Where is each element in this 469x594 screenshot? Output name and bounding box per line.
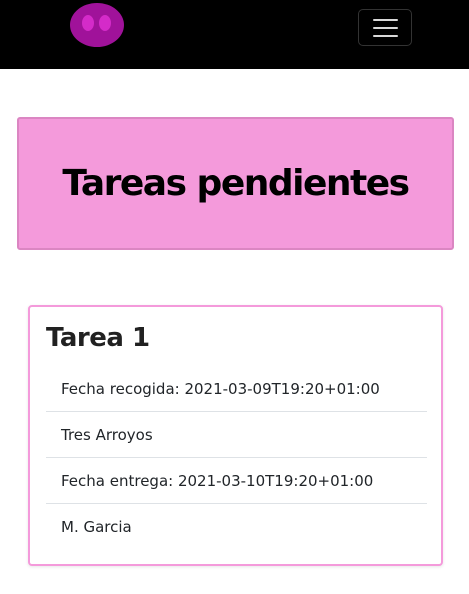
- logo-pig-nose-icon[interactable]: [70, 2, 124, 47]
- hamburger-menu-icon-bar: [373, 35, 398, 37]
- navbar-toggler-button[interactable]: [358, 9, 412, 46]
- task-delivery-date: Fecha entrega: 2021-03-10T19:20+01:00: [46, 458, 427, 504]
- hamburger-menu-icon-bar: [373, 27, 398, 29]
- task-assignee: M. Garcia: [61, 518, 132, 536]
- page-title: Tareas pendientes: [62, 163, 410, 204]
- task-details-list: Fecha recogida: 2021-03-09T19:20+01:00 T…: [46, 366, 427, 550]
- task-location: Tres Arroyos: [46, 412, 427, 458]
- task-pickup-date: Fecha recogida: 2021-03-09T19:20+01:00: [46, 366, 427, 412]
- page-header-banner: Tareas pendientes: [17, 117, 454, 250]
- task-card: Tarea 1 Fecha recogida: 2021-03-09T19:20…: [28, 305, 443, 566]
- hamburger-menu-icon: [373, 19, 398, 21]
- navbar: [0, 0, 469, 69]
- task-title: Tarea 1: [46, 323, 150, 353]
